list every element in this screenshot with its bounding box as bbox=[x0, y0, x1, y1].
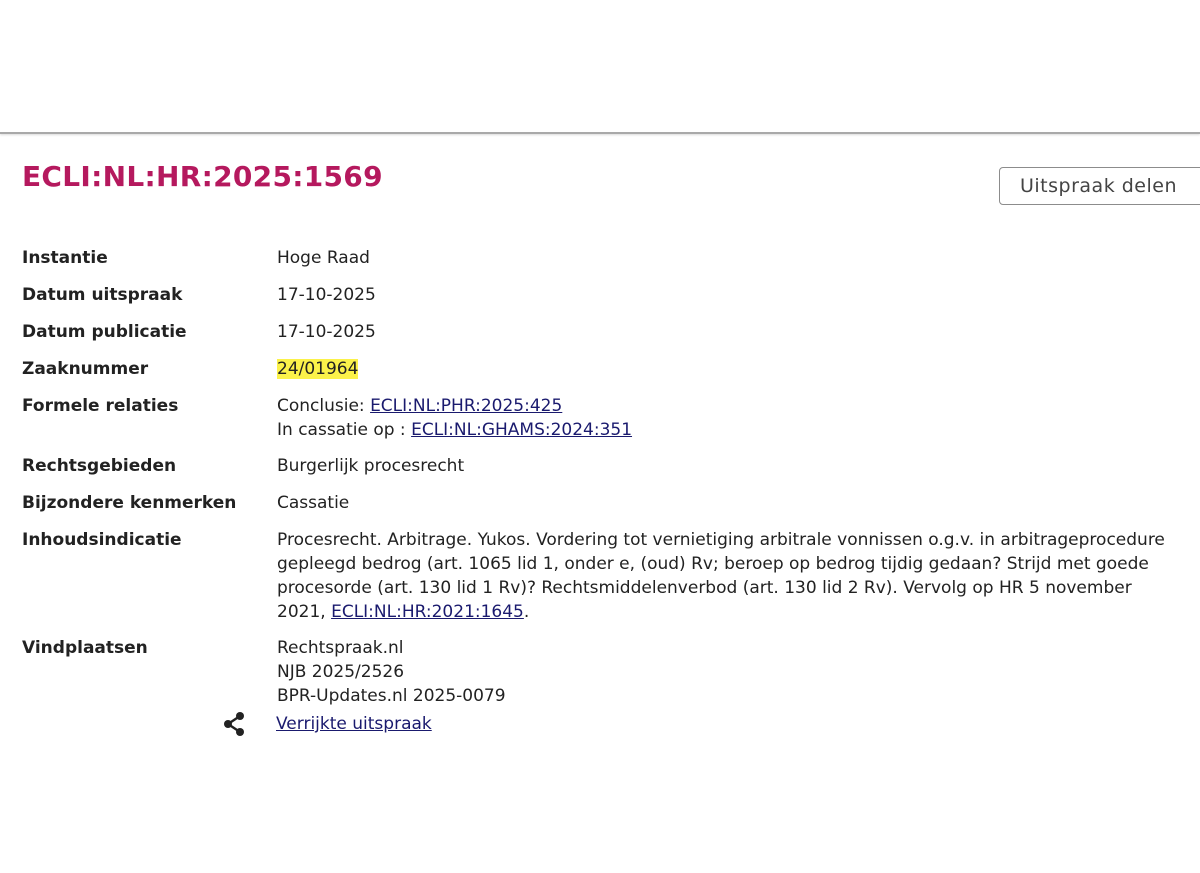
enriched-ruling: Verrijkte uitspraak bbox=[220, 710, 432, 738]
meta-label: Bijzondere kenmerken bbox=[22, 493, 237, 513]
meta-row-datum-publicatie: Datum publicatie 17-10-2025 bbox=[22, 320, 1172, 345]
relation-conclusie: Conclusie: ECLI:NL:PHR:2025:425 bbox=[277, 394, 1172, 418]
share-icon bbox=[220, 710, 248, 738]
meta-label: Rechtsgebieden bbox=[22, 456, 177, 476]
source-item: NJB 2025/2526 bbox=[277, 662, 405, 682]
header-bar bbox=[0, 0, 1200, 134]
meta-row-bijzondere-kenmerken: Bijzondere kenmerken Cassatie bbox=[22, 491, 1172, 516]
meta-value: 17-10-2025 bbox=[277, 285, 376, 305]
page-title: ECLI:NL:HR:2025:1569 bbox=[22, 160, 383, 193]
meta-value: Cassatie bbox=[277, 493, 350, 513]
meta-label: Datum uitspraak bbox=[22, 285, 183, 305]
relation-prefix: In cassatie op : bbox=[277, 420, 412, 440]
meta-label: Datum publicatie bbox=[22, 322, 187, 342]
source-item: Rechtspraak.nl bbox=[277, 638, 404, 658]
meta-label: Inhoudsindicatie bbox=[22, 530, 182, 550]
meta-row-rechtsgebieden: Rechtsgebieden Burgerlijk procesrecht bbox=[22, 454, 1172, 479]
meta-label: Formele relaties bbox=[22, 396, 179, 416]
meta-row-vindplaatsen: Vindplaatsen Rechtspraak.nl NJB 2025/252… bbox=[22, 636, 1172, 708]
conclusie-link[interactable]: ECLI:NL:PHR:2025:425 bbox=[370, 396, 562, 416]
ruling-metadata: Instantie Hoge Raad Datum uitspraak 17-1… bbox=[22, 246, 1172, 720]
relation-prefix: Conclusie: bbox=[277, 396, 371, 416]
meta-label: Vindplaatsen bbox=[22, 638, 148, 658]
summary-ecli-link[interactable]: ECLI:NL:HR:2021:1645 bbox=[331, 602, 524, 622]
case-number-highlight: 24/01964 bbox=[277, 359, 359, 379]
meta-label: Instantie bbox=[22, 248, 108, 268]
meta-row-datum-uitspraak: Datum uitspraak 17-10-2025 bbox=[22, 283, 1172, 308]
meta-value: Conclusie: ECLI:NL:PHR:2025:425 In cassa… bbox=[277, 394, 1172, 442]
meta-value: Rechtspraak.nl NJB 2025/2526 BPR-Updates… bbox=[277, 636, 1172, 708]
relation-cassatie: In cassatie op : ECLI:NL:GHAMS:2024:351 bbox=[277, 418, 1172, 442]
source-item: BPR-Updates.nl 2025-0079 bbox=[277, 686, 506, 706]
meta-row-inhoudsindicatie: Inhoudsindicatie Procesrecht. Arbitrage.… bbox=[22, 528, 1172, 624]
meta-value: 24/01964 bbox=[277, 357, 1172, 382]
cassatie-link[interactable]: ECLI:NL:GHAMS:2024:351 bbox=[411, 420, 632, 440]
meta-row-formele-relaties: Formele relaties Conclusie: ECLI:NL:PHR:… bbox=[22, 394, 1172, 442]
share-ruling-button[interactable]: Uitspraak delen bbox=[999, 167, 1200, 205]
meta-row-zaaknummer: Zaaknummer 24/01964 bbox=[22, 357, 1172, 382]
meta-value: 17-10-2025 bbox=[277, 322, 376, 342]
meta-value: Hoge Raad bbox=[277, 248, 370, 268]
meta-value: Burgerlijk procesrecht bbox=[277, 456, 465, 476]
meta-value: Procesrecht. Arbitrage. Yukos. Vordering… bbox=[277, 528, 1172, 624]
meta-label: Zaaknummer bbox=[22, 359, 149, 379]
meta-row-instantie: Instantie Hoge Raad bbox=[22, 246, 1172, 271]
enriched-ruling-link[interactable]: Verrijkte uitspraak bbox=[276, 714, 432, 734]
summary-suffix: . bbox=[523, 602, 530, 622]
